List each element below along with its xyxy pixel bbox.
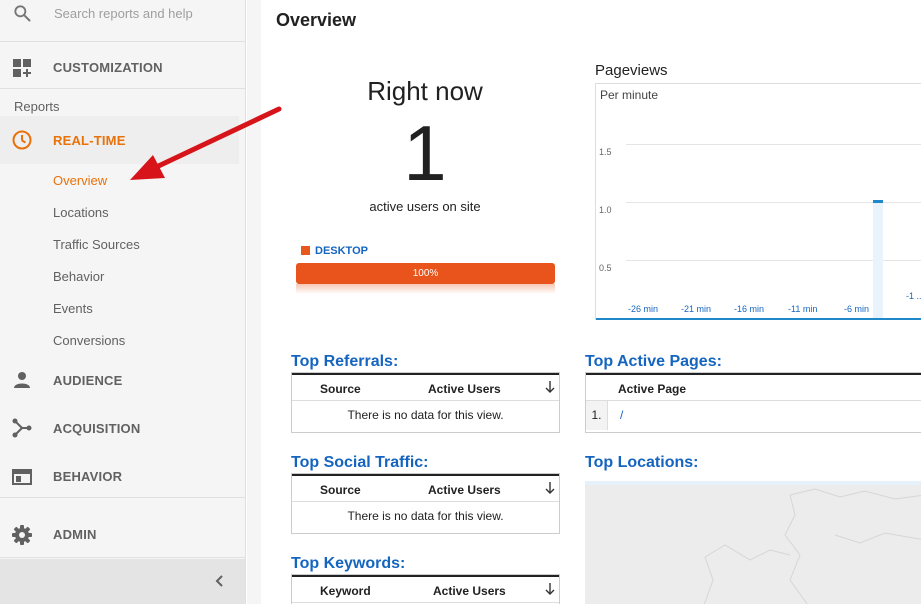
annotation-arrow — [130, 106, 282, 180]
